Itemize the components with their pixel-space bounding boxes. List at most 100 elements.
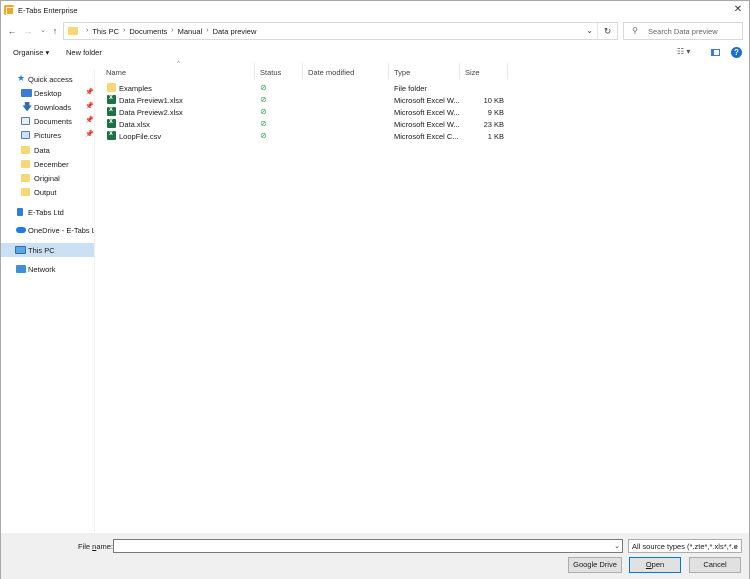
sidebar-item-label: December xyxy=(34,160,69,169)
column-header-type[interactable]: Type xyxy=(389,63,460,79)
sidebar-item-desktop[interactable]: Desktop 📌 xyxy=(1,86,94,100)
file-list: ^ Name Status Date modified Type Size Ex… xyxy=(101,61,749,533)
file-open-dialog: E-Tabs Enterprise ✕ ← → ⌄ ↑ › This PC › … xyxy=(0,0,750,579)
column-header-name[interactable]: Name xyxy=(101,63,255,79)
recent-locations-icon[interactable]: ⌄ xyxy=(37,24,49,38)
sidebar-item-label: OneDrive - E-Tabs Ltd xyxy=(28,226,94,235)
file-size: 23 KB xyxy=(483,120,504,129)
google-drive-button[interactable]: Google Drive xyxy=(568,557,622,573)
sync-status-icon: ⊘ xyxy=(260,83,267,92)
sidebar-item-e-tabs-ltd[interactable]: E-Tabs Ltd xyxy=(1,205,94,219)
sidebar-item-quick-access[interactable]: ★ Quick access xyxy=(1,72,94,86)
column-header-size[interactable]: Size xyxy=(460,63,508,79)
file-row-loopfile[interactable]: LoopFile.csv ⊘ Microsoft Excel C... 1 KB xyxy=(101,130,511,142)
sidebar-item-onedrive[interactable]: OneDrive - E-Tabs Ltd xyxy=(1,223,94,237)
address-dropdown-icon[interactable]: ⌄ xyxy=(586,26,593,35)
sidebar-item-pictures[interactable]: Pictures 📌 xyxy=(1,128,94,142)
sidebar-item-original[interactable]: Original xyxy=(1,171,94,185)
file-row-data-preview1[interactable]: Data Preview1.xlsx ⊘ Microsoft Excel W..… xyxy=(101,94,511,106)
up-arrow-icon[interactable]: ↑ xyxy=(49,24,61,38)
open-button-label: pen xyxy=(651,560,665,569)
breadcrumb-data-preview[interactable]: Data preview xyxy=(213,27,257,36)
help-icon[interactable]: ? xyxy=(731,47,742,58)
folder-icon xyxy=(21,188,30,196)
title-bar: E-Tabs Enterprise ✕ xyxy=(1,1,749,19)
new-folder-button[interactable]: New folder xyxy=(66,48,102,57)
window-title: E-Tabs Enterprise xyxy=(18,6,78,15)
file-type: Microsoft Excel W... xyxy=(394,120,460,129)
breadcrumb: › This PC › Documents › Manual › Data pr… xyxy=(82,27,256,36)
file-type: Microsoft Excel W... xyxy=(394,96,460,105)
close-button[interactable]: ✕ xyxy=(731,3,745,17)
file-name: Examples xyxy=(119,84,152,93)
file-row-data[interactable]: Data.xlsx ⊘ Microsoft Excel W... 23 KB xyxy=(101,118,511,130)
organise-button[interactable]: Organise ▾ xyxy=(13,48,49,57)
this-pc-icon xyxy=(15,246,26,254)
search-placeholder: Search Data preview xyxy=(648,27,718,36)
navigation-pane: ★ Quick access Desktop 📌 🡇 Downloads 📌 D… xyxy=(1,69,95,532)
forward-arrow-icon[interactable]: → xyxy=(22,24,34,38)
sidebar-item-this-pc[interactable]: This PC xyxy=(1,243,94,257)
search-icon: ⚲ xyxy=(632,26,638,35)
folder-icon xyxy=(21,160,30,168)
pictures-icon xyxy=(21,131,30,139)
file-type-select[interactable]: All source types (*.zte*,*.xls*,*.e ⌄ xyxy=(628,539,742,553)
onedrive-icon xyxy=(16,227,26,233)
sidebar-item-output[interactable]: Output xyxy=(1,185,94,199)
preview-pane-icon[interactable] xyxy=(711,49,720,56)
breadcrumb-separator[interactable]: › xyxy=(119,27,129,36)
folder-icon xyxy=(21,174,30,182)
file-name-label: File name: xyxy=(78,542,113,551)
file-name: Data.xlsx xyxy=(119,120,150,129)
address-bar[interactable]: › This PC › Documents › Manual › Data pr… xyxy=(63,22,618,40)
search-input[interactable]: ⚲ Search Data preview xyxy=(623,22,743,40)
sidebar-item-label: Original xyxy=(34,174,60,183)
sidebar-item-label: Network xyxy=(28,265,56,274)
sync-status-icon: ⊘ xyxy=(260,131,267,140)
dialog-footer: File name: ⌄ All source types (*.zte*,*.… xyxy=(1,533,749,579)
file-name: LoopFile.csv xyxy=(119,132,162,141)
change-view-icon[interactable]: ☷ ▾ xyxy=(677,47,690,56)
sync-status-icon: ⊘ xyxy=(260,119,267,128)
file-type-value: All source types (*.zte*,*.xls*,*.e xyxy=(632,542,738,551)
sidebar-item-data[interactable]: Data xyxy=(1,143,94,157)
refresh-icon[interactable]: ↻ xyxy=(597,23,617,39)
command-bar: Organise ▾ New folder ☷ ▾ ? xyxy=(1,44,749,62)
sidebar-item-network[interactable]: Network xyxy=(1,262,94,276)
chevron-down-icon[interactable]: ⌄ xyxy=(614,542,620,550)
file-name-input[interactable]: ⌄ xyxy=(113,539,623,553)
downloads-icon: 🡇 xyxy=(22,102,33,113)
excel-file-icon xyxy=(107,118,116,128)
breadcrumb-separator[interactable]: › xyxy=(202,27,212,36)
file-size: 1 KB xyxy=(487,132,504,141)
file-name: Data Preview2.xlsx xyxy=(119,108,183,117)
sidebar-item-label: This PC xyxy=(28,246,55,255)
pin-icon: 📌 xyxy=(85,103,94,110)
sync-status-icon: ⊘ xyxy=(260,107,267,116)
sidebar-item-label: E-Tabs Ltd xyxy=(28,208,64,217)
folder-icon xyxy=(107,83,116,92)
excel-file-icon xyxy=(107,106,116,116)
sidebar-item-december[interactable]: December xyxy=(1,157,94,171)
file-row-examples[interactable]: Examples ⊘ File folder xyxy=(101,82,511,94)
column-header-date-modified[interactable]: Date modified xyxy=(303,63,389,79)
breadcrumb-manual[interactable]: Manual xyxy=(178,27,203,36)
sidebar-item-documents[interactable]: Documents 📌 xyxy=(1,114,94,128)
cancel-button[interactable]: Cancel xyxy=(689,557,741,573)
file-row-data-preview2[interactable]: Data Preview2.xlsx ⊘ Microsoft Excel W..… xyxy=(101,106,511,118)
breadcrumb-documents[interactable]: Documents xyxy=(129,27,167,36)
csv-file-icon xyxy=(107,130,116,140)
app-icon xyxy=(4,5,14,15)
file-size: 10 KB xyxy=(483,96,504,105)
open-button[interactable]: Open xyxy=(629,557,681,573)
sidebar-item-downloads[interactable]: 🡇 Downloads 📌 xyxy=(1,100,94,114)
sidebar-item-label: Documents xyxy=(34,117,72,126)
file-name-label-text: File xyxy=(78,542,93,551)
breadcrumb-separator[interactable]: › xyxy=(167,27,177,36)
breadcrumb-this-pc[interactable]: This PC xyxy=(92,27,119,36)
star-icon: ★ xyxy=(17,73,26,83)
navigation-bar: ← → ⌄ ↑ › This PC › Documents › Manual ›… xyxy=(1,21,749,41)
back-arrow-icon[interactable]: ← xyxy=(6,24,18,38)
column-header-status[interactable]: Status xyxy=(255,63,303,79)
documents-icon xyxy=(21,117,30,125)
